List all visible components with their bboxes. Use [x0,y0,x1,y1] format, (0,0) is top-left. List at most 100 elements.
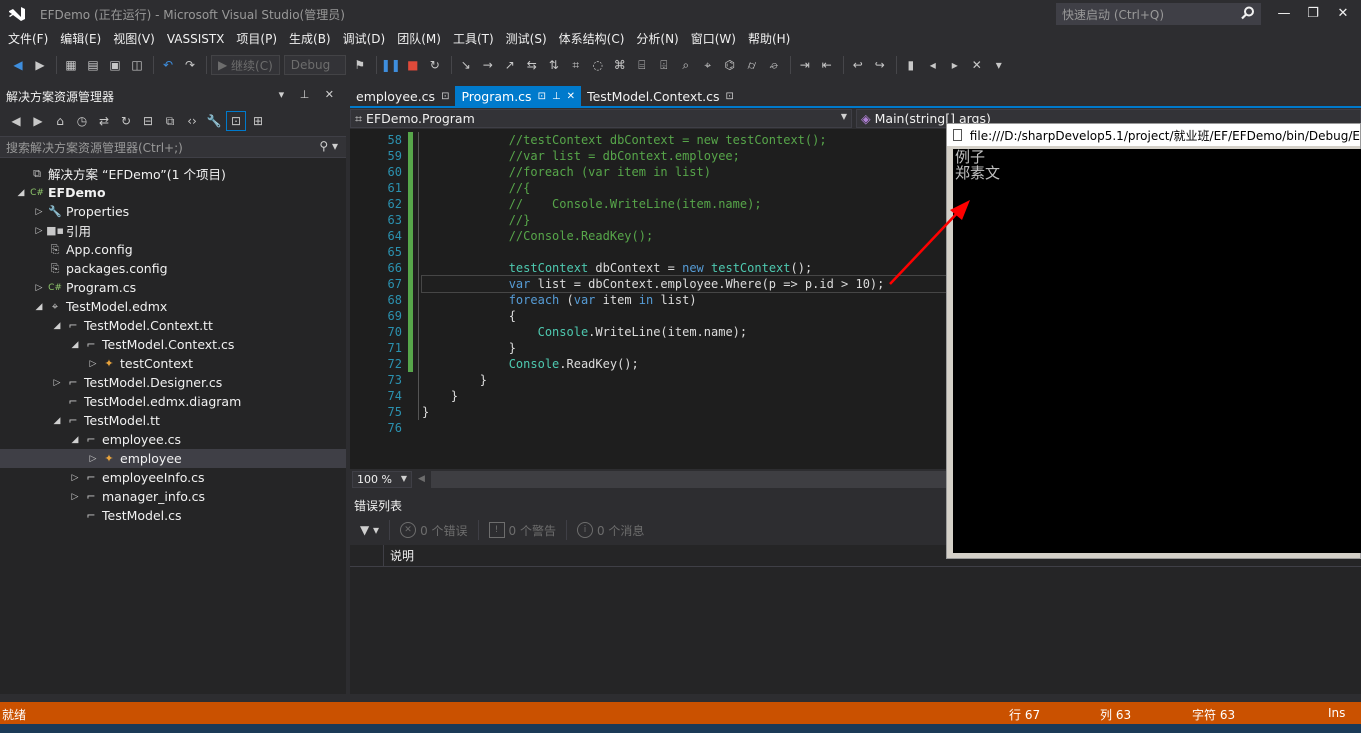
callstack-icon[interactable]: ⌭ [742,55,762,75]
breakpoint-icon[interactable]: ◌ [588,55,608,75]
tab-employee-cs[interactable]: employee.cs ⊡ [350,86,455,106]
toolbar-overflow-icon[interactable]: ▾ [989,55,1009,75]
stop-debugging-icon[interactable]: ■ [403,55,423,75]
quick-launch-input[interactable]: 快速启动 (Ctrl+Q) [1056,3,1261,25]
class-diagram-icon[interactable]: ⊞ [248,111,268,131]
bookmark-icon[interactable]: ▮ [901,55,921,75]
config-select[interactable]: Debug [283,55,346,75]
uncomment-icon[interactable]: ↪ [870,55,890,75]
menu-analyze[interactable]: 分析(N) [630,28,684,50]
menu-build[interactable]: 生成(B) [283,28,337,50]
menu-help[interactable]: 帮助(H) [742,28,796,50]
tree-item[interactable]: ⌐ TestModel.cs [0,506,346,525]
menu-team[interactable]: 团队(M) [391,28,447,50]
collapsed-arrow-icon[interactable]: ▷ [68,473,82,483]
save-icon[interactable]: ▣ [105,55,125,75]
back-icon[interactable]: ◀ [6,111,26,131]
forward-icon[interactable]: ▶ [30,55,50,75]
restart-icon[interactable]: ↻ [425,55,445,75]
code-line[interactable]: Console.WriteLine(item.name); [422,324,946,340]
code-line[interactable]: //{ [422,180,946,196]
messages-toggle-button[interactable]: i 0 个消息 [576,520,654,540]
tab-program-cs[interactable]: Program.cs ⊡ ⊥ ✕ [455,86,582,106]
hex-icon[interactable]: ⇆ [522,55,542,75]
tree-item[interactable]: ▷ ✦ employee [0,449,346,468]
expanded-arrow-icon[interactable]: ◢ [32,302,46,312]
expanded-arrow-icon[interactable]: ◢ [14,188,28,198]
code-line[interactable]: foreach (var item in list) [422,292,946,308]
tree-item[interactable]: ▷ ⌐ manager_info.cs [0,487,346,506]
console-window[interactable]: file:///D:/sharpDevelop5.1/project/就业班/E… [946,123,1361,559]
modules-icon[interactable]: ⌮ [764,55,784,75]
expanded-arrow-icon[interactable]: ◢ [50,416,64,426]
continue-button[interactable]: ▶ 继续(C) [211,55,280,75]
code-lines[interactable]: //testContext dbContext = new testContex… [421,132,946,436]
tree-item[interactable]: ▷ ⌐ TestModel.Designer.cs [0,373,346,392]
code-line[interactable] [422,420,946,436]
sync-icon[interactable]: ⇄ [94,111,114,131]
menu-test[interactable]: 测试(S) [500,28,553,50]
tree-item[interactable]: ⎘ packages.config [0,259,346,278]
locals-icon[interactable]: ⌖ [698,55,718,75]
menu-tools[interactable]: 工具(T) [447,28,500,50]
collapse-all-icon[interactable]: ⊟ [138,111,158,131]
open-file-icon[interactable]: ▤ [83,55,103,75]
indent-icon[interactable]: ⇥ [795,55,815,75]
close-button[interactable]: ✕ [1329,2,1357,24]
new-project-icon[interactable]: ▦ [61,55,81,75]
zoom-select[interactable]: 100 % ▼ [352,470,412,488]
tree-item[interactable]: ▷ C# Program.cs [0,278,346,297]
step-over-icon[interactable]: → [478,55,498,75]
tree-item[interactable]: ⌐ TestModel.edmx.diagram [0,392,346,411]
code-line[interactable]: var list = dbContext.employee.Where(p =>… [421,275,946,293]
pending-changes-icon[interactable]: ◷ [72,111,92,131]
menu-project[interactable]: 项目(P) [230,28,283,50]
back-icon[interactable]: ◀ [8,55,28,75]
column-description[interactable]: 说明 [384,547,414,564]
menu-window[interactable]: 窗口(W) [685,28,742,50]
stack-icon[interactable]: ⌗ [566,55,586,75]
filter-button[interactable]: ▼ ▾ [360,520,391,540]
collapsed-arrow-icon[interactable]: ▷ [68,492,82,502]
redo-icon[interactable]: ↷ [180,55,200,75]
collapsed-arrow-icon[interactable]: ▷ [50,378,64,388]
attach-icon[interactable]: ⚑ [350,55,370,75]
show-all-files-icon[interactable]: ⧉ [160,111,180,131]
menu-edit[interactable]: 编辑(E) [54,28,107,50]
expanded-arrow-icon[interactable]: ◢ [68,435,82,445]
code-line[interactable]: //} [422,212,946,228]
horizontal-scrollbar[interactable] [430,470,946,488]
tree-item[interactable]: ◢ C# EFDemo [0,183,346,202]
code-line[interactable]: } [422,404,946,420]
tree-item[interactable]: ▷ ⌐ employeeInfo.cs [0,468,346,487]
warnings-toggle-button[interactable]: ! 0 个警告 [488,520,567,540]
tree-item[interactable]: ▷ 🔧 Properties [0,202,346,221]
preview-selected-icon[interactable]: ⊡ [226,111,246,131]
clear-bookmarks-icon[interactable]: ✕ [967,55,987,75]
menu-architecture[interactable]: 体系结构(C) [553,28,631,50]
collapsed-arrow-icon[interactable]: ▷ [32,283,46,293]
errors-toggle-button[interactable]: ✕ 0 个错误 [400,520,479,540]
code-line[interactable]: //foreach (var item in list) [422,164,946,180]
scroll-left-icon[interactable]: ◀ [418,474,425,484]
code-line[interactable]: Console.ReadKey(); [422,356,946,372]
type-scope-select[interactable]: ⌗ EFDemo.Program ▼ [350,109,852,128]
break-all-icon[interactable]: ❚❚ [381,55,401,75]
tree-item[interactable]: ◢ ⌐ TestModel.tt [0,411,346,430]
code-line[interactable]: } [422,372,946,388]
code-line[interactable]: { [422,308,946,324]
collapsed-arrow-icon[interactable]: ▷ [86,454,100,464]
memory-icon[interactable]: ⌸ [632,55,652,75]
code-line[interactable]: //Console.ReadKey(); [422,228,946,244]
home-icon[interactable]: ⌂ [50,111,70,131]
menu-file[interactable]: 文件(F) [2,28,54,50]
save-all-icon[interactable]: ◫ [127,55,147,75]
menu-debug[interactable]: 调试(D) [337,28,392,50]
tree-item[interactable]: ▷ ✦ testContext [0,354,346,373]
minimize-button[interactable]: — [1270,2,1298,24]
outdent-icon[interactable]: ⇤ [817,55,837,75]
registers-icon[interactable]: ⌹ [654,55,674,75]
properties-icon[interactable]: 🔧 [204,111,224,131]
tree-item[interactable]: ⧉ 解决方案 “EFDemo”(1 个项目) [0,164,346,183]
autos-icon[interactable]: ⌬ [720,55,740,75]
